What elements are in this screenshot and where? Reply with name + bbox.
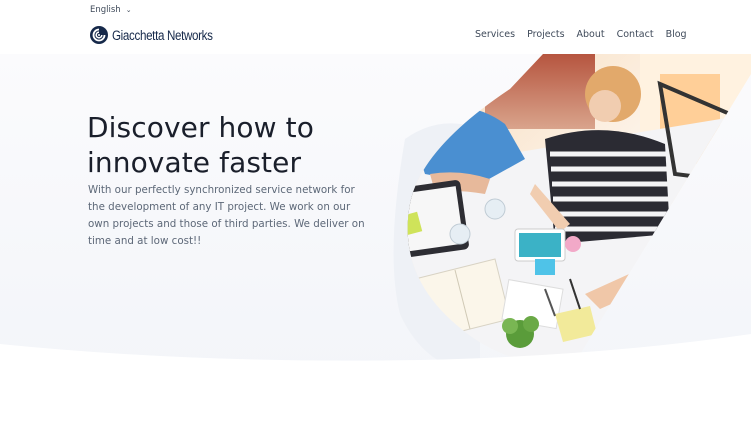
hero-description: With our perfectly synchronized service … [88, 184, 365, 247]
hero-image [393, 54, 751, 374]
spiral-logo-icon [90, 26, 108, 44]
brand-name: Giacchetta Networks [112, 27, 213, 43]
hero-bottom-wave [0, 334, 751, 422]
hero-title-line-2: innovate faster [87, 146, 302, 179]
nav-blog[interactable]: Blog [666, 29, 687, 40]
main-nav: Services Projects About Contact Blog [475, 29, 687, 40]
nav-about[interactable]: About [577, 29, 605, 40]
hero-title: Discover how to innovate faster [87, 110, 387, 180]
chevron-down-icon: ⌄ [125, 5, 132, 14]
hero-title-line-1: Discover how to [87, 111, 314, 144]
brand-logo[interactable]: Giacchetta Networks [89, 25, 229, 45]
nav-projects[interactable]: Projects [527, 29, 564, 40]
nav-services[interactable]: Services [475, 29, 515, 40]
nav-contact[interactable]: Contact [617, 29, 654, 40]
language-selector[interactable]: English ⌄ [90, 4, 132, 16]
language-label: English [90, 5, 121, 15]
